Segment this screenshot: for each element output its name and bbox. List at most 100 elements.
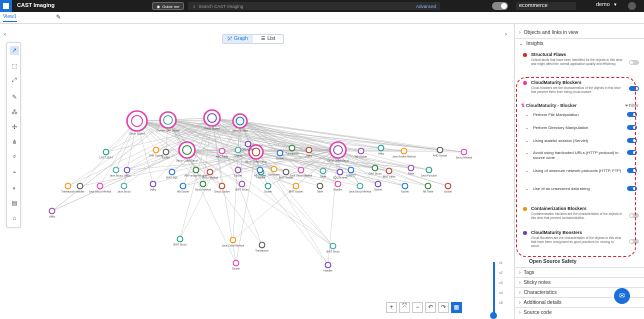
node-icon[interactable] — [319, 167, 327, 175]
graph-node[interactable]: Utility — [377, 144, 385, 155]
notes-icon[interactable]: ▤ — [10, 199, 19, 208]
section-additional-details[interactable]: › Additional details — [519, 300, 561, 306]
node-icon[interactable] — [264, 182, 272, 190]
node-icon[interactable] — [48, 207, 56, 215]
layout-icon[interactable]: ✣ — [10, 123, 19, 132]
node-icon[interactable] — [120, 182, 128, 190]
node-icon[interactable] — [333, 145, 343, 155]
node-icon[interactable] — [385, 167, 393, 175]
dependency-graph[interactable]: Struct Socket Generic SAP Socket Struct So… — [0, 0, 514, 319]
graph-node[interactable]: Java Struct Method — [89, 182, 112, 193]
graph-node[interactable]: Table — [316, 182, 324, 193]
graph-node[interactable]: Utility — [149, 180, 157, 191]
node-icon[interactable] — [357, 147, 365, 155]
graph-node[interactable]: Socket — [444, 182, 452, 193]
node-icon[interactable] — [206, 168, 214, 176]
user-name[interactable]: demo — [596, 2, 610, 8]
list-view-button[interactable]: ☰ List — [253, 35, 283, 43]
graph-node[interactable]: Struct Socket — [203, 109, 221, 131]
toggle-visibility-icon[interactable]: ◐ — [10, 184, 19, 193]
zoom-out-icon[interactable]: − — [412, 302, 423, 313]
graph-node[interactable]: BIAT Struct — [173, 235, 187, 246]
node-icon[interactable] — [425, 166, 433, 174]
node-icon[interactable] — [235, 116, 245, 126]
graph-node[interactable]: Utility — [123, 166, 131, 177]
graph-edge[interactable] — [211, 117, 339, 151]
open-source-safety[interactable]: Open Source Safety — [529, 259, 577, 265]
node-icon[interactable] — [192, 166, 200, 174]
node-icon[interactable] — [407, 164, 415, 172]
node-icon[interactable] — [400, 147, 408, 155]
graph-node[interactable]: Struct Socket — [126, 110, 148, 136]
graph-node[interactable]: AB Socket — [177, 182, 189, 193]
node-icon[interactable] — [218, 147, 226, 155]
view-mode-toggle[interactable]: ⤱ Graph ☰ List — [222, 34, 284, 44]
expand-icon[interactable]: ⤢ — [10, 77, 19, 86]
node-icon[interactable] — [270, 165, 278, 173]
node-icon[interactable] — [282, 168, 290, 176]
node-icon[interactable] — [244, 140, 252, 148]
node-icon[interactable] — [152, 146, 160, 154]
graph-node[interactable]: BIAT SQL — [166, 168, 178, 179]
node-icon[interactable] — [234, 146, 242, 154]
node-icon[interactable] — [371, 164, 379, 172]
graph-node[interactable]: BIAT Socket — [289, 182, 303, 193]
node-icon[interactable] — [356, 182, 364, 190]
node-icon[interactable] — [176, 235, 184, 243]
node-icon[interactable] — [76, 182, 84, 190]
objects-links-header[interactable]: › Objects and links in view — [519, 30, 578, 36]
graph-node[interactable]: Utility — [48, 207, 56, 218]
node-icon[interactable] — [131, 115, 143, 127]
graph-node[interactable]: BIAT Utility — [383, 167, 396, 178]
node-icon[interactable] — [199, 180, 207, 188]
zoom-in-icon[interactable]: + — [386, 302, 397, 313]
node-icon[interactable] — [374, 180, 382, 188]
group-icon[interactable]: ⁂ — [10, 108, 19, 117]
node-icon[interactable] — [324, 261, 332, 269]
graph-node[interactable]: Java Socket Method — [392, 147, 416, 158]
section-characteristics[interactable]: › Characteristics — [519, 290, 557, 296]
node-icon[interactable] — [329, 242, 337, 250]
graph-node[interactable]: Socket — [374, 180, 382, 191]
node-icon[interactable] — [232, 259, 240, 267]
node-icon[interactable] — [460, 148, 468, 156]
graph-node[interactable]: Struct Socket — [232, 113, 248, 133]
graph-node[interactable]: Struct Cobol Struct — [176, 141, 198, 163]
node-icon[interactable] — [401, 182, 409, 190]
node-icon[interactable] — [258, 241, 266, 249]
redo-icon[interactable]: ↷ — [438, 302, 449, 313]
node-icon[interactable] — [297, 166, 305, 174]
node-icon[interactable] — [234, 166, 242, 174]
graph-node[interactable]: Utility — [305, 146, 313, 157]
graph-view-button[interactable]: ⤱ Graph — [223, 35, 253, 43]
hierarchy-icon[interactable]: ⋔ — [10, 138, 19, 147]
node-icon[interactable] — [276, 149, 284, 157]
fit-screen-icon[interactable]: ⤧ — [399, 302, 410, 313]
zoom-slider[interactable] — [493, 262, 495, 314]
graph-node[interactable]: Java Struct — [110, 166, 123, 177]
node-icon[interactable] — [292, 182, 300, 190]
graph-node[interactable]: Transaction — [255, 241, 269, 252]
graph-node[interactable]: Handler — [75, 182, 85, 193]
node-icon[interactable] — [305, 146, 313, 154]
node-icon[interactable] — [207, 113, 217, 123]
node-icon[interactable] — [256, 166, 264, 174]
avatar[interactable] — [628, 2, 636, 10]
node-icon[interactable] — [123, 166, 131, 174]
graph-node[interactable]: Java Cobol Method — [222, 236, 245, 247]
node-icon[interactable] — [229, 236, 237, 244]
node-icon[interactable] — [316, 182, 324, 190]
node-icon[interactable] — [218, 182, 226, 190]
chevron-down-icon[interactable]: ▾ — [614, 2, 617, 8]
chat-icon[interactable]: ✉ — [614, 288, 630, 304]
select-pointer-icon[interactable]: ➚ — [10, 46, 19, 55]
graph-node[interactable]: Struct Cobol Struct — [327, 141, 349, 163]
node-icon[interactable] — [334, 180, 342, 188]
graph-node[interactable]: Table — [319, 167, 327, 178]
undo-icon[interactable]: ↶ — [425, 302, 436, 313]
insights-header[interactable]: ⌄ Insights — [519, 41, 543, 47]
path-icon[interactable]: ⌁ — [10, 168, 19, 177]
node-icon[interactable] — [336, 168, 344, 176]
node-icon[interactable] — [64, 182, 72, 190]
section-tags[interactable]: › Tags — [519, 270, 534, 276]
